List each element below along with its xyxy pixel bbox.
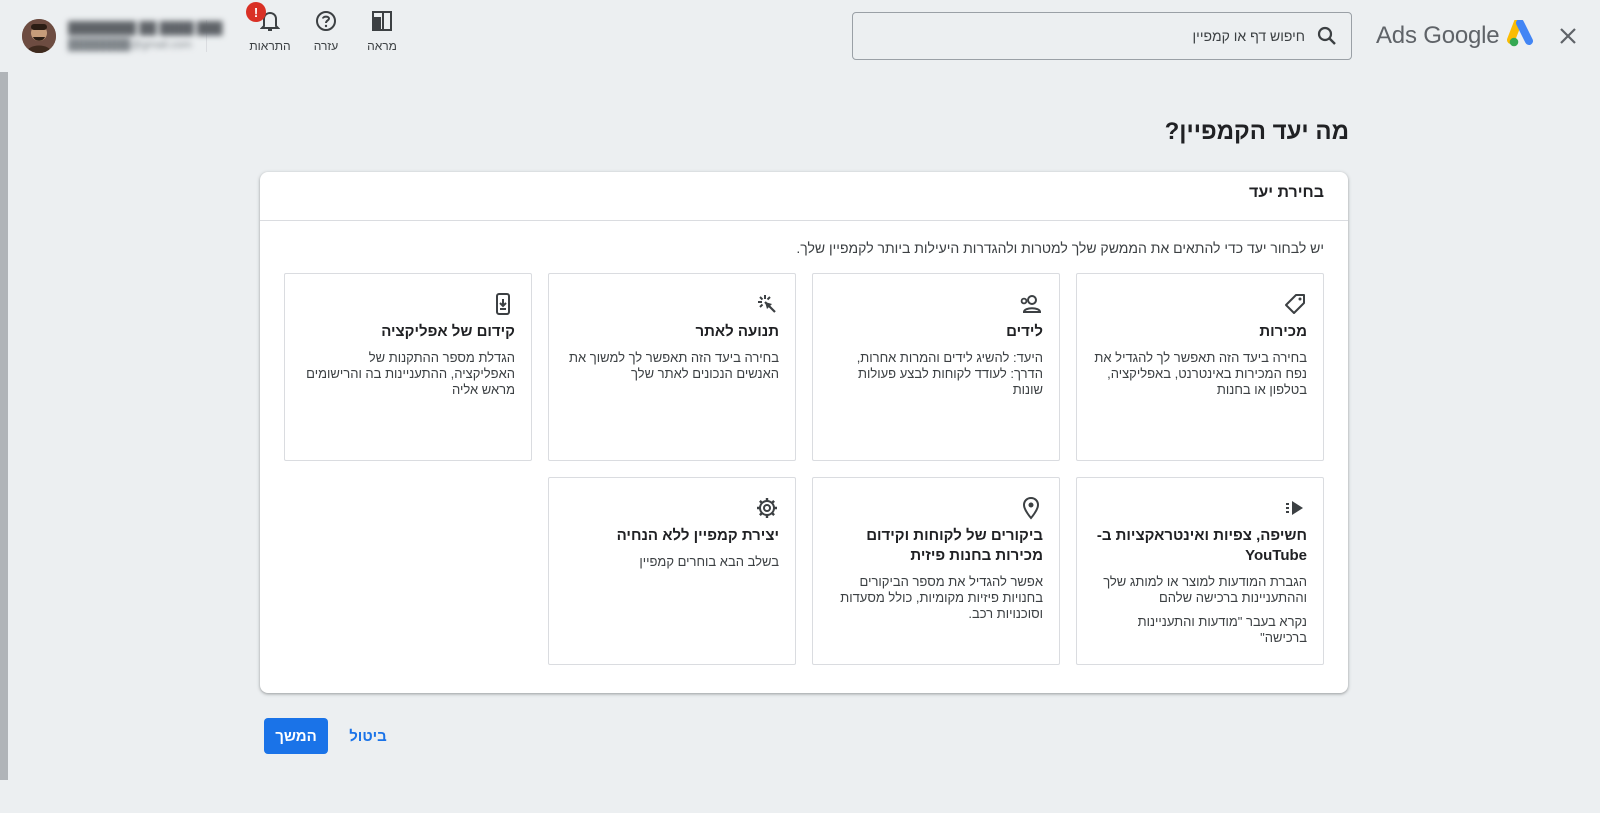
avatar [22,19,56,53]
leads-icon [1019,292,1043,316]
panel-title: בחירת יעד [260,172,1348,221]
search-input[interactable]: חיפוש דף או קמפיין [852,12,1352,60]
goal-title: תנועה לאתר [695,323,779,340]
goal-description: היעד: להשיג לידים והמרות אחרות, הדרך: לע… [856,350,1043,397]
close-icon[interactable] [1554,22,1582,50]
goal-description: אפשר להגדיל את מספר הביקורים בחנויות פיז… [840,574,1043,621]
search-placeholder: חיפוש דף או קמפיין [1192,28,1305,44]
notification-badge: ! [246,2,266,22]
goal-description: בחירה ביעד הזה תאפשר לך למשוך את האנשים … [569,350,779,381]
help-button[interactable]: עזרה [298,8,354,58]
google-ads-logo-icon [1507,17,1537,53]
goal-card-leads[interactable]: לידים היעד: להשיג לידים והמרות אחרות, הד… [812,273,1060,461]
account-email: ████████@gmail.com [68,39,192,51]
top-app-bar: Ads Google חיפוש דף או קמפיין מראה עזרה [0,0,1600,72]
goal-description: הגברת המודעות למוצר או למותג שלך וההתעני… [1103,574,1307,605]
goal-selection-panel: בחירת יעד יש לבחור יעד כדי להתאים את הממ… [260,172,1348,693]
goal-title: לידים [1006,323,1043,340]
logo-text: Ads Google [1376,22,1500,49]
search-icon [1315,24,1339,48]
side-strip [0,72,8,780]
goal-card-no-guidance[interactable]: יצירת קמפיין ללא הנחיה בשלב הבא בוחרים ק… [548,477,796,665]
goal-description: בשלב הבא בוחרים קמפיין [639,554,779,569]
bell-icon: ! [246,2,282,34]
goal-card-sales[interactable]: מכירות בחירה ביעד הזה תאפשר לך להגדיל את… [1076,273,1324,461]
account-switcher[interactable]: ████████ ██ ████ ███ ████████@gmail.com [22,18,223,54]
google-ads-logo[interactable]: Ads Google [1376,17,1537,54]
notifications-button[interactable]: ! התראות [242,2,298,58]
cancel-button[interactable]: ביטול [344,718,392,754]
location-pin-icon [1019,496,1043,520]
tag-icon [1283,292,1307,316]
account-name: ████████ ██ ████ ███ [68,21,223,35]
panel-description: יש לבחור יעד כדי להתאים את הממשק שלך למט… [796,240,1324,256]
goal-description: הגדלת מספר ההתקנות של האפליקציה, ההתעניי… [306,350,515,397]
page-title: מה יעד הקמפיין? [1164,118,1349,145]
goal-card-youtube-reach[interactable]: חשיפה, צפיות ואינטראקציות ב-YouTube הגבר… [1076,477,1324,665]
cursor-click-icon [755,292,779,316]
appearance-label: מראה [367,39,397,53]
continue-button[interactable]: המשך [264,718,328,754]
help-label: עזרה [313,39,339,53]
appearance-button[interactable]: מראה [354,8,410,58]
goal-card-website-traffic[interactable]: תנועה לאתר בחירה ביעד הזה תאפשר לך למשוך… [548,273,796,461]
help-icon [314,8,338,34]
goal-title: ביקורים של לקוחות וקידום מכירות בחנות פי… [866,527,1043,564]
goal-description: בחירה ביעד הזה תאפשר לך להגדיל את נפח המ… [1094,350,1307,397]
account-info: ████████ ██ ████ ███ ████████@gmail.com [68,21,223,51]
mobile-download-icon [491,292,515,316]
goal-card-store-visits[interactable]: ביקורים של לקוחות וקידום מכירות בחנות פי… [812,477,1060,665]
goal-card-app-promotion[interactable]: קידום של אפליקציה הגדלת מספר ההתקנות של … [284,273,532,461]
notifications-label: התראות [249,39,291,53]
goal-title: קידום של אפליקציה [381,323,515,340]
goal-title: חשיפה, צפיות ואינטראקציות ב-YouTube [1096,527,1307,564]
goal-note: נקרא בעבר "מודעות והתעניינות ברכישה" [1137,614,1307,645]
youtube-reach-icon [1283,496,1307,520]
appearance-icon [370,8,394,34]
goal-title: יצירת קמפיין ללא הנחיה [616,527,779,544]
goal-title: מכירות [1259,323,1307,340]
gear-icon [755,496,779,520]
